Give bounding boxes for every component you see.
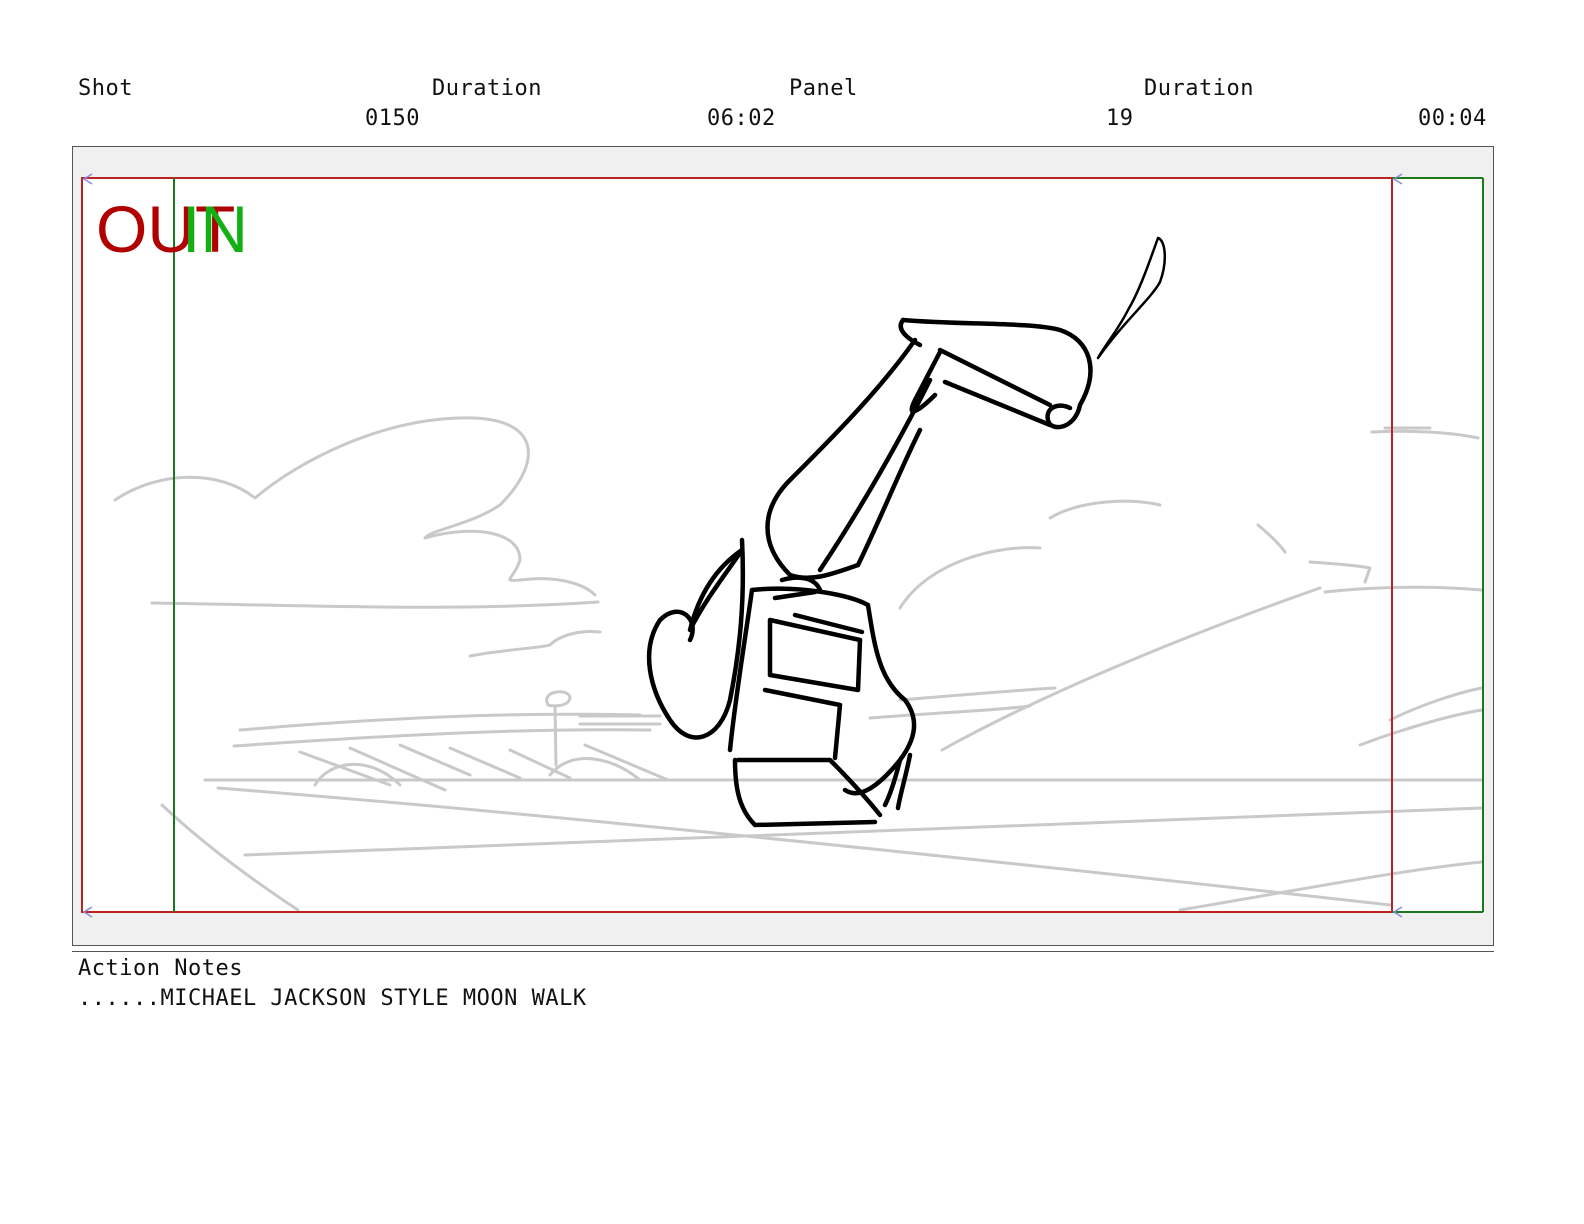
- panel-number: 19: [1106, 106, 1134, 131]
- panel-label: Panel: [789, 76, 858, 101]
- action-notes-label: Action Notes: [78, 956, 243, 981]
- notes-divider: [72, 951, 1494, 952]
- shot-number: 0150: [365, 106, 420, 131]
- shot-duration-label: Duration: [432, 76, 542, 101]
- storyboard-panel: [82, 178, 1484, 912]
- action-notes-text: ......MICHAEL JACKSON STYLE MOON WALK: [78, 986, 587, 1011]
- panel-duration-value: 00:04: [1418, 106, 1487, 131]
- shot-duration-value: 06:02: [707, 106, 776, 131]
- in-label: IN: [182, 192, 248, 266]
- shot-label: Shot: [78, 76, 133, 101]
- panel-duration-label: Duration: [1144, 76, 1254, 101]
